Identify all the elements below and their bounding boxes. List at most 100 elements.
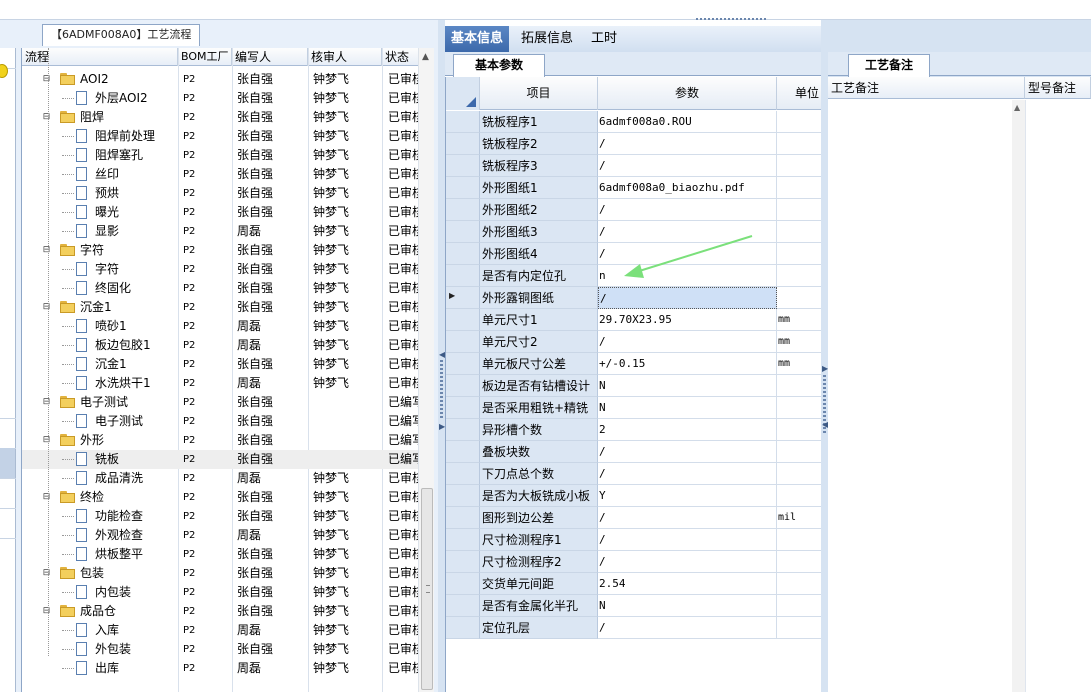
tree-row[interactable]: 终固化 P2 张自强 钟梦飞 已审核 — [22, 279, 424, 298]
tree-row[interactable]: 曝光 P2 张自强 钟梦飞 已审核 — [22, 203, 424, 222]
parameter-row[interactable]: 叠板块数 / — [446, 441, 822, 463]
tree-row[interactable]: 成品清洗 P2 周磊 钟梦飞 已审核 — [22, 469, 424, 488]
cell-value[interactable]: / — [598, 529, 777, 551]
collapse-node-icon[interactable]: ⊟ — [42, 436, 51, 446]
parameter-row[interactable]: 异形槽个数 2 — [446, 419, 822, 441]
collapse-node-icon[interactable]: ⊟ — [42, 398, 51, 408]
parameter-row[interactable]: 定位孔层 / — [446, 617, 822, 639]
tree-row[interactable]: 字符 P2 张自强 钟梦飞 已审核 — [22, 260, 424, 279]
tree-row[interactable]: ⊟ 成品仓 P2 张自强 钟梦飞 已审核 — [22, 602, 424, 621]
parameter-row[interactable]: 单元尺寸2/mm — [446, 331, 822, 353]
row-indicator[interactable] — [446, 595, 480, 617]
collapse-node-icon[interactable]: ⊟ — [42, 569, 51, 579]
left-splitter[interactable]: ◀ ▶ — [438, 20, 445, 692]
parameter-row[interactable]: ▶ 外形露铜图纸 / — [446, 287, 822, 309]
parameter-row[interactable]: 铣板程序2/ — [446, 133, 822, 155]
scroll-up-icon[interactable]: ▲ — [1014, 103, 1020, 112]
tree-row[interactable]: 铣板 P2 张自强 已编写 — [22, 450, 424, 469]
tree-row[interactable]: 出库 P2 周磊 钟梦飞 已审核 — [22, 659, 424, 678]
column-header-writer[interactable]: 编写人 — [232, 48, 308, 66]
cell-value[interactable]: 6admf008a0.ROU — [598, 111, 777, 133]
row-indicator[interactable] — [446, 353, 480, 375]
parameter-row[interactable]: 是否有金属化半孔 N — [446, 595, 822, 617]
column-header-process[interactable]: 流程 — [22, 48, 178, 66]
parameter-row[interactable]: 是否为大板铣成小板 Y — [446, 485, 822, 507]
tree-row[interactable]: ⊟ 外形 P2 张自强 已编写 — [22, 431, 424, 450]
cell-value[interactable]: 2 — [598, 419, 777, 441]
row-indicator[interactable] — [446, 463, 480, 485]
column-header-unit[interactable]: 单位 — [777, 77, 822, 110]
parameter-row[interactable]: 外形图纸1 6admf008a0_biaozhu.pdf — [446, 177, 822, 199]
cell-value[interactable]: / — [598, 155, 777, 177]
parameter-row[interactable]: 下刀点总个数 / — [446, 463, 822, 485]
row-indicator[interactable] — [446, 485, 480, 507]
parameter-row[interactable]: 交货单元间距 2.54 — [446, 573, 822, 595]
tree-row[interactable]: 外层AOI2 P2 张自强 钟梦飞 已审核 — [22, 89, 424, 108]
collapse-node-icon[interactable]: ⊟ — [42, 113, 51, 123]
row-indicator[interactable] — [446, 331, 480, 353]
cell-value[interactable]: 2.54 — [598, 573, 777, 595]
tree-row[interactable]: 丝印 P2 张自强 钟梦飞 已审核 — [22, 165, 424, 184]
remarks-scrollbar[interactable]: ▲ — [1012, 100, 1025, 692]
row-indicator[interactable] — [446, 441, 480, 463]
cell-value[interactable]: / — [598, 551, 777, 573]
tree-row[interactable]: 烘板整平 P2 张自强 钟梦飞 已审核 — [22, 545, 424, 564]
column-header-bom-factory[interactable]: BOM工厂 — [178, 48, 232, 66]
parameter-row[interactable]: 尺寸检测程序1/ — [446, 529, 822, 551]
parameter-row[interactable]: 铣板程序3/ — [446, 155, 822, 177]
parameter-row[interactable]: 图形到边公差 / mil — [446, 507, 822, 529]
tree-row[interactable]: ⊟ 字符 P2 张自强 钟梦飞 已审核 — [22, 241, 424, 260]
cell-value[interactable]: N — [598, 397, 777, 419]
row-indicator[interactable] — [446, 199, 480, 221]
tree-row[interactable]: 外观检查 P2 周磊 钟梦飞 已审核 — [22, 526, 424, 545]
collapse-node-icon[interactable]: ⊟ — [42, 75, 51, 85]
tree-row[interactable]: 阻焊前处理 P2 张自强 钟梦飞 已审核 — [22, 127, 424, 146]
parameter-row[interactable]: 单元尺寸1 29.70X23.95 mm — [446, 309, 822, 331]
row-indicator[interactable] — [446, 221, 480, 243]
cell-value[interactable]: / — [598, 441, 777, 463]
tree-row[interactable]: 内包装 P2 张自强 钟梦飞 已审核 — [22, 583, 424, 602]
column-header-reviewer[interactable]: 核审人 — [308, 48, 382, 66]
outer-list-selected-row[interactable] — [0, 448, 15, 478]
tree-row[interactable]: ⊟ 终检 P2 张自强 钟梦飞 已审核 — [22, 488, 424, 507]
cell-value[interactable]: N — [598, 595, 777, 617]
tree-row[interactable]: ⊟ 沉金1 P2 张自强 钟梦飞 已审核 — [22, 298, 424, 317]
tab-basic-params[interactable]: 基本参数 — [453, 54, 545, 77]
right-splitter[interactable]: ▶ ◀ — [821, 20, 828, 692]
tree-row[interactable]: 沉金1 P2 张自强 钟梦飞 已审核 — [22, 355, 424, 374]
cell-value[interactable]: / — [598, 199, 777, 221]
column-header-model-remarks[interactable]: 型号备注 — [1025, 77, 1091, 99]
cell-value[interactable]: / — [598, 133, 777, 155]
column-header-item[interactable]: 项目 — [480, 77, 598, 110]
cell-value[interactable]: +/-0.15 — [598, 353, 777, 375]
tree-row[interactable]: ⊟ AOI2 P2 张自强 钟梦飞 已审核 — [22, 70, 424, 89]
parameter-row[interactable]: 是否采用粗铣+精铣 N — [446, 397, 822, 419]
tree-row[interactable]: 入库 P2 周磊 钟梦飞 已审核 — [22, 621, 424, 640]
column-header-value[interactable]: 参数 — [598, 77, 777, 110]
row-indicator[interactable] — [446, 419, 480, 441]
row-indicator[interactable] — [446, 573, 480, 595]
cell-value[interactable]: / — [598, 617, 777, 639]
tab-extended-info[interactable]: 拓展信息 — [515, 26, 579, 52]
parameter-row[interactable]: 是否有内定位孔 n — [446, 265, 822, 287]
cell-value[interactable]: / — [598, 463, 777, 485]
scroll-up-icon[interactable]: ▲ — [422, 52, 429, 62]
tree-row[interactable]: 喷砂1 P2 周磊 钟梦飞 已审核 — [22, 317, 424, 336]
tree-row[interactable]: ⊟ 包装 P2 张自强 钟梦飞 已审核 — [22, 564, 424, 583]
tree-row[interactable]: 外包装 P2 张自强 钟梦飞 已审核 — [22, 640, 424, 659]
tree-row[interactable]: 功能检查 P2 张自强 钟梦飞 已审核 — [22, 507, 424, 526]
parameter-row[interactable]: 外形图纸2/ — [446, 199, 822, 221]
row-indicator[interactable] — [446, 133, 480, 155]
cell-value[interactable]: N — [598, 375, 777, 397]
tree-row[interactable]: 预烘 P2 张自强 钟梦飞 已审核 — [22, 184, 424, 203]
row-indicator[interactable] — [446, 617, 480, 639]
parameter-row[interactable]: 铣板程序1 6admf008a0.ROU — [446, 111, 822, 133]
cell-value[interactable]: 29.70X23.95 — [598, 309, 777, 331]
cell-value[interactable]: / — [598, 287, 777, 309]
row-indicator[interactable] — [446, 309, 480, 331]
tree-row[interactable]: ⊟ 阻焊 P2 张自强 钟梦飞 已审核 — [22, 108, 424, 127]
tree-vertical-scrollbar[interactable]: ▲ — [418, 48, 434, 692]
collapse-node-icon[interactable]: ⊟ — [42, 246, 51, 256]
tree-row[interactable]: 电子测试 P2 张自强 已编写 — [22, 412, 424, 431]
tab-process-flow[interactable]: 【6ADMF008A0】工艺流程 — [42, 24, 201, 46]
